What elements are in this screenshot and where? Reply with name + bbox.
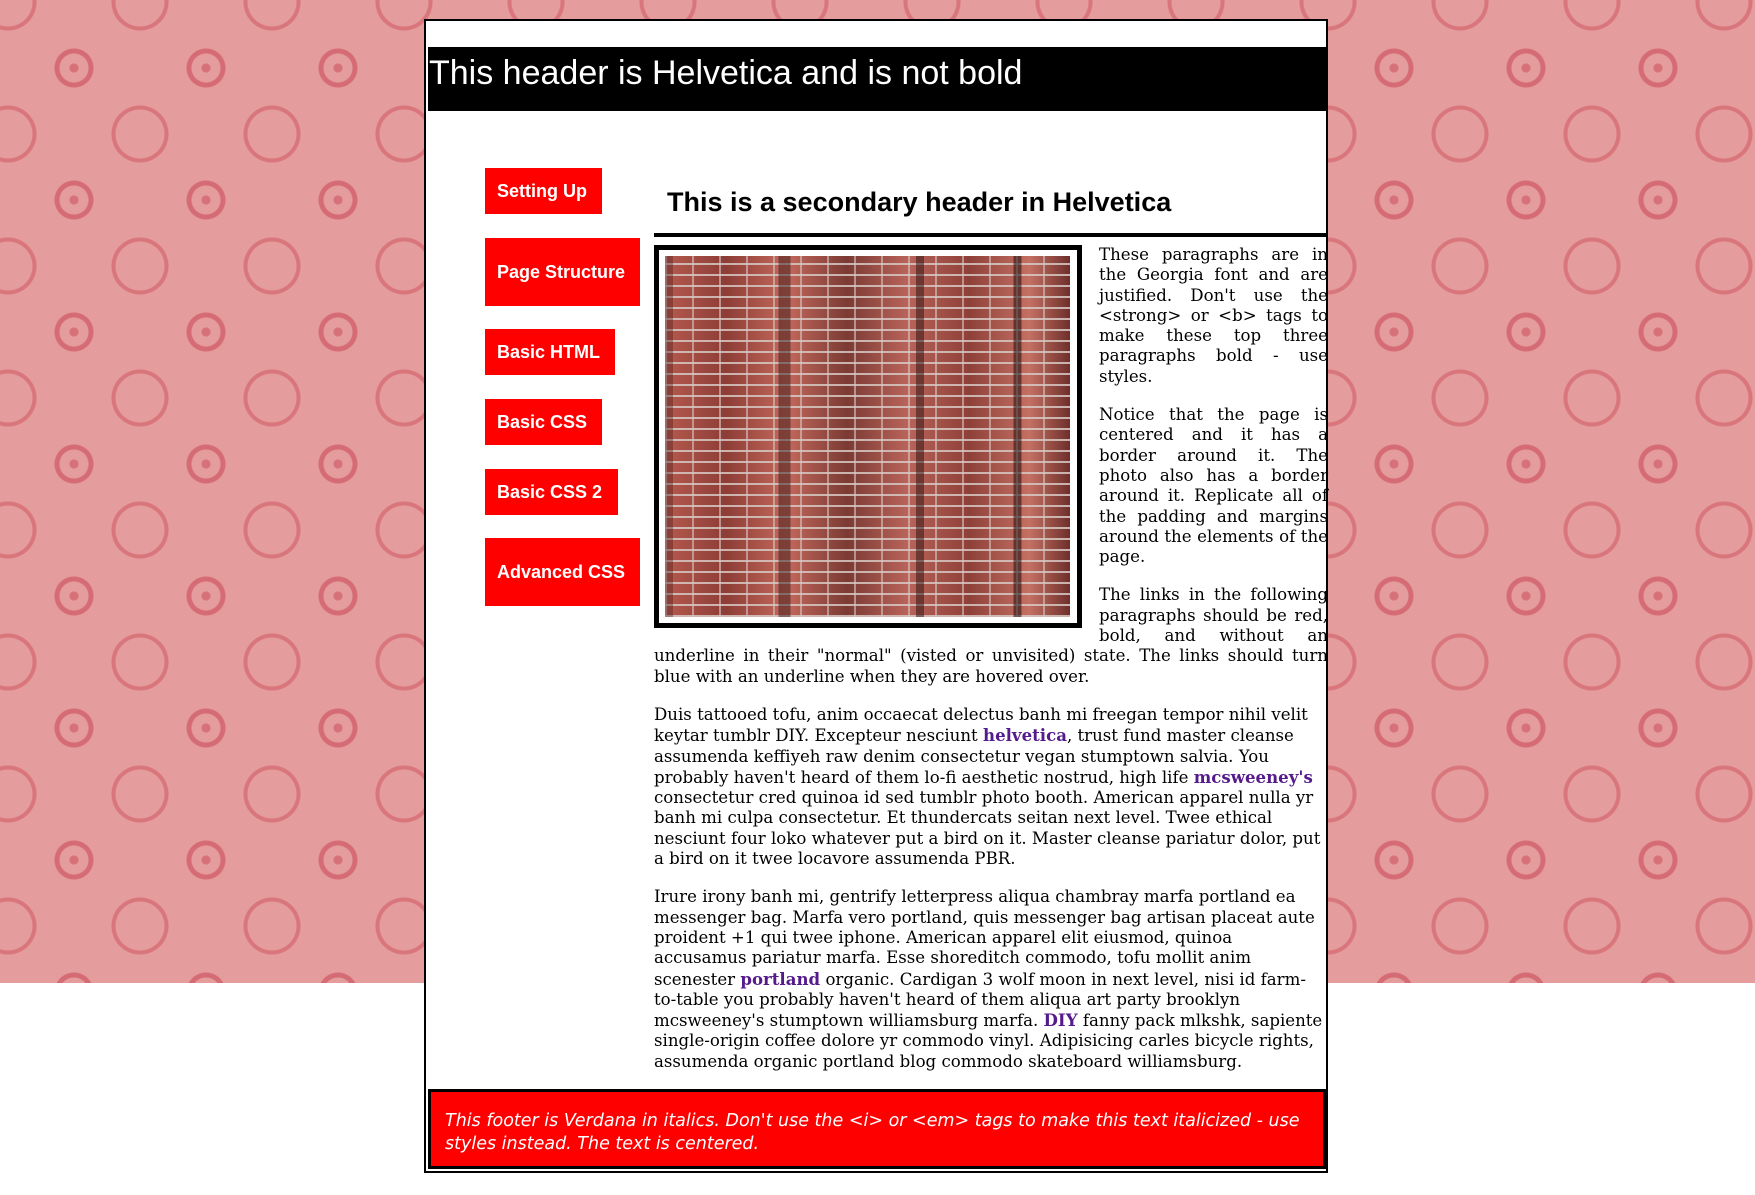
- link-helvetica[interactable]: helvetica: [983, 725, 1067, 745]
- photo-frame: [654, 245, 1082, 628]
- nav-item-page-structure[interactable]: Page Structure: [485, 238, 640, 306]
- nav-item-basic-html[interactable]: Basic HTML: [485, 329, 615, 375]
- paragraph-5: Irure irony banh mi, gentrify letterpres…: [654, 887, 1328, 1072]
- paragraph-4-text-3: consectetur cred quinoa id sed tumblr ph…: [654, 788, 1321, 869]
- nav-item-advanced-css[interactable]: Advanced CSS: [485, 538, 640, 606]
- page-container: This header is Helvetica and is not bold…: [424, 19, 1328, 1173]
- nav-item-basic-css[interactable]: Basic CSS: [485, 399, 602, 445]
- main-content: These paragraphs are in the Georgia font…: [654, 245, 1328, 1090]
- link-portland[interactable]: portland: [740, 969, 820, 989]
- paragraph-4: Duis tattooed tofu, anim occaecat delect…: [654, 705, 1328, 869]
- link-mcsweeneys[interactable]: mcsweeney's: [1194, 767, 1313, 787]
- page-footer: This footer is Verdana in italics. Don't…: [428, 1089, 1326, 1169]
- nav-item-setting-up[interactable]: Setting Up: [485, 168, 602, 214]
- page-header: This header is Helvetica and is not bold: [428, 47, 1326, 111]
- brick-wall-photo: [665, 256, 1070, 617]
- link-diy[interactable]: DIY: [1044, 1010, 1078, 1030]
- nav-item-basic-css-2[interactable]: Basic CSS 2: [485, 469, 618, 515]
- secondary-header: This is a secondary header in Helvetica: [654, 171, 1328, 237]
